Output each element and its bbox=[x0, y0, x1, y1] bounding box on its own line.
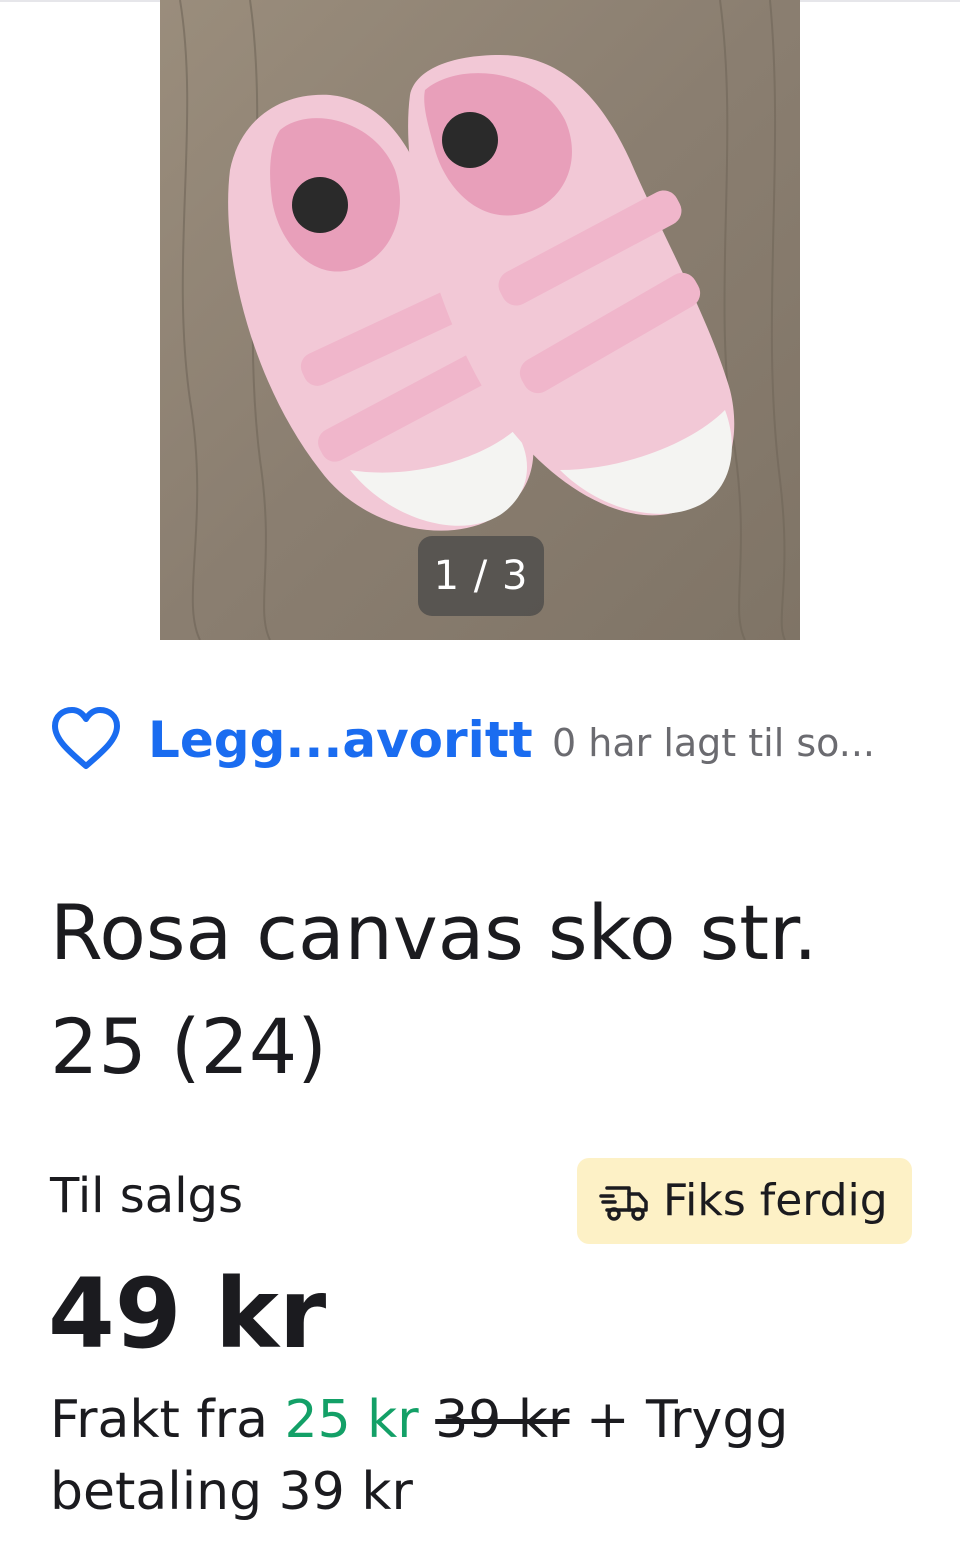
heart-outline-icon[interactable] bbox=[50, 706, 122, 772]
add-to-favorites-button[interactable]: Legg...avoritt bbox=[148, 710, 533, 770]
favorites-count: 0 har lagt til so... bbox=[552, 721, 875, 765]
shipping-prefix: Frakt fra bbox=[50, 1390, 268, 1450]
shipping-original-price: 39 kr bbox=[435, 1390, 570, 1450]
shipping-info: Frakt fra 25 kr 39 kr + Trygg betaling 3… bbox=[50, 1384, 910, 1528]
product-image-gallery[interactable]: 1 / 3 bbox=[160, 0, 800, 640]
favorite-row: Legg...avoritt 0 har lagt til so... bbox=[50, 700, 920, 780]
shipping-discounted-price: 25 kr bbox=[284, 1390, 419, 1450]
image-counter: 1 / 3 bbox=[418, 536, 544, 616]
listing-price: 49 kr bbox=[48, 1258, 327, 1370]
listing-title: Rosa canvas sko str. 25 (24) bbox=[50, 888, 818, 1091]
truck-icon bbox=[599, 1186, 648, 1221]
listing-status: Til salgs bbox=[50, 1168, 244, 1224]
badge-label: Fiks ferdig bbox=[663, 1175, 888, 1226]
fiks-ferdig-badge[interactable]: Fiks ferdig bbox=[577, 1158, 912, 1244]
